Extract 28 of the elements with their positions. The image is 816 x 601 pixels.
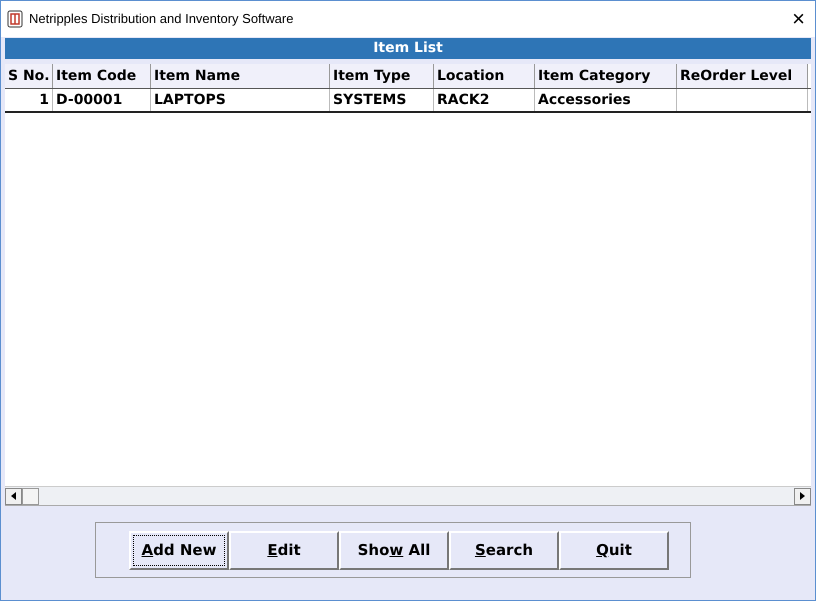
- action-button[interactable]: Quit: [559, 530, 669, 570]
- action-button[interactable]: Show All: [339, 530, 449, 570]
- action-button[interactable]: Search: [449, 530, 559, 570]
- column-header[interactable]: S No.: [5, 64, 53, 88]
- close-button[interactable]: ×: [792, 8, 805, 30]
- table-cell: LAPTOPS: [151, 89, 330, 111]
- column-header[interactable]: Item Code: [53, 64, 151, 88]
- table-cell: RACK2: [434, 89, 535, 111]
- scroll-thumb[interactable]: [22, 488, 39, 504]
- horizontal-scrollbar[interactable]: [5, 486, 811, 505]
- column-header[interactable]: Location: [434, 64, 535, 88]
- scroll-left-button[interactable]: [5, 488, 22, 504]
- table-cell: Accessories: [535, 89, 677, 111]
- column-header[interactable]: Item Type: [330, 64, 434, 88]
- column-header[interactable]: Item Name: [151, 64, 330, 88]
- action-button[interactable]: Add New: [129, 530, 229, 570]
- window-title: Netripples Distribution and Inventory Software: [29, 10, 294, 28]
- column-header[interactable]: Item Category: [535, 64, 677, 88]
- panel-title: Item List: [5, 38, 811, 59]
- table-cell: SYSTEMS: [330, 89, 434, 111]
- column-header[interactable]: ReOrder Level: [677, 64, 808, 88]
- left-arrow-icon: [11, 492, 16, 500]
- action-button[interactable]: Edit: [229, 530, 339, 570]
- right-arrow-icon: [800, 492, 805, 500]
- table-cell: D-00001: [53, 89, 151, 111]
- app-icon: [7, 10, 23, 28]
- scroll-right-button[interactable]: [794, 488, 811, 504]
- table-cell: 1: [5, 89, 53, 111]
